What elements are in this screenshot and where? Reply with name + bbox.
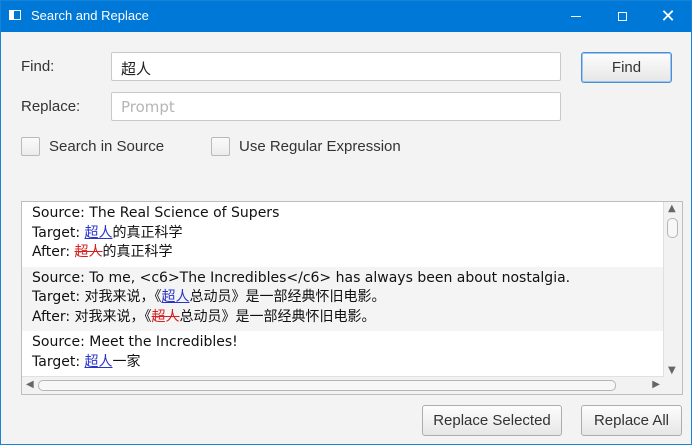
find-button[interactable]: Find (581, 52, 672, 83)
target-line: Target: 对我来说，《超人总动员》是一部经典怀旧电影。 (32, 288, 654, 308)
target-prefix: Target: (32, 353, 85, 370)
target-text-rest: 一家 (112, 353, 141, 370)
use-regex-checkbox[interactable]: Use Regular Expression (211, 137, 401, 156)
horizontal-scroll-thumb[interactable] (38, 380, 616, 391)
close-icon: ✕ (660, 5, 676, 27)
source-prefix: Source: (32, 334, 90, 350)
after-text-rest: 总动员》是一部经典怀旧电影。 (179, 308, 376, 325)
checkbox-box[interactable] (21, 137, 40, 156)
maximize-icon (617, 12, 627, 21)
find-label: Find: (21, 58, 55, 75)
close-button[interactable]: ✕ (645, 1, 691, 32)
replace-input[interactable]: Prompt (111, 92, 561, 121)
target-text-rest: 的真正科学 (112, 224, 183, 241)
source-prefix: Source: (32, 205, 90, 221)
after-line: After: 超人的真正科学 (32, 243, 654, 263)
replace-label: Replace: (21, 98, 81, 115)
vertical-scroll-thumb[interactable] (667, 218, 678, 238)
results-list[interactable]: Source: The Real Science of Supers Targe… (21, 201, 683, 395)
list-item[interactable]: Source: Meet the Incredibles! Target: 超人… (22, 331, 664, 376)
target-match: 超人 (161, 289, 190, 305)
target-match: 超人 (84, 224, 113, 241)
target-prefix: Target: (32, 289, 85, 305)
search-in-source-label: Search in Source (49, 138, 165, 155)
target-text-rest: 总动员》是一部经典怀旧电影。 (189, 289, 386, 305)
after-match: 超人 (151, 308, 180, 325)
target-line: Target: 超人的真正科学 (32, 224, 654, 244)
target-text-pre: 对我来说，《 (84, 289, 162, 305)
checkbox-box[interactable] (211, 137, 230, 156)
scroll-down-icon[interactable]: ▼ (668, 365, 676, 376)
list-item[interactable]: Source: The Real Science of Supers Targe… (22, 202, 664, 267)
maximize-button[interactable] (599, 1, 645, 32)
minimize-button[interactable] (553, 1, 599, 32)
source-text: The Real Science of Supers (89, 205, 280, 221)
source-text: Meet the Incredibles! (89, 334, 238, 350)
scroll-left-icon[interactable]: ◀ (26, 379, 34, 390)
scroll-right-icon[interactable]: ▶ (652, 379, 660, 390)
search-replace-window: Search and Replace ✕ Find: 超人 Find Repla… (0, 0, 692, 445)
title-bar[interactable]: Search and Replace ✕ (1, 1, 691, 32)
scroll-up-icon[interactable]: ▲ (668, 203, 676, 214)
list-item[interactable]: Source: To me, <c6>The Incredibles</c6> … (22, 266, 664, 331)
vertical-scrollbar[interactable]: ▲ ▼ (663, 202, 682, 377)
search-in-source-checkbox[interactable]: Search in Source (21, 137, 164, 156)
find-input[interactable]: 超人 (111, 52, 561, 81)
target-match: 超人 (84, 353, 113, 370)
replace-selected-button[interactable]: Replace Selected (422, 405, 562, 436)
source-line: Source: To me, <c6>The Incredibles</c6> … (32, 269, 654, 289)
source-prefix: Source: (32, 269, 90, 286)
after-line: After: 对我来说，《超人总动员》是一部经典怀旧电影。 (32, 308, 654, 328)
after-match: 超人 (74, 244, 103, 260)
source-line: Source: Meet the Incredibles! (32, 333, 654, 353)
after-prefix: After: (32, 308, 75, 325)
after-prefix: After: (32, 244, 75, 260)
horizontal-scrollbar[interactable]: ◀ ▶ (22, 376, 664, 394)
use-regex-label: Use Regular Expression (239, 138, 401, 155)
scrollbar-corner (664, 376, 682, 394)
target-line: Target: 超人一家 (32, 353, 654, 373)
minimize-icon (571, 16, 581, 17)
after-text-pre: 对我来说，《 (74, 308, 152, 325)
app-window-icon (9, 10, 21, 20)
source-text: To me, <c6>The Incredibles</c6> has alwa… (89, 269, 571, 286)
source-line: Source: The Real Science of Supers (32, 204, 654, 224)
window-title: Search and Replace (31, 8, 149, 23)
after-text-rest: 的真正科学 (102, 244, 173, 260)
results-content: Source: The Real Science of Supers Targe… (22, 202, 664, 377)
target-prefix: Target: (32, 224, 85, 241)
replace-all-button[interactable]: Replace All (581, 405, 682, 436)
